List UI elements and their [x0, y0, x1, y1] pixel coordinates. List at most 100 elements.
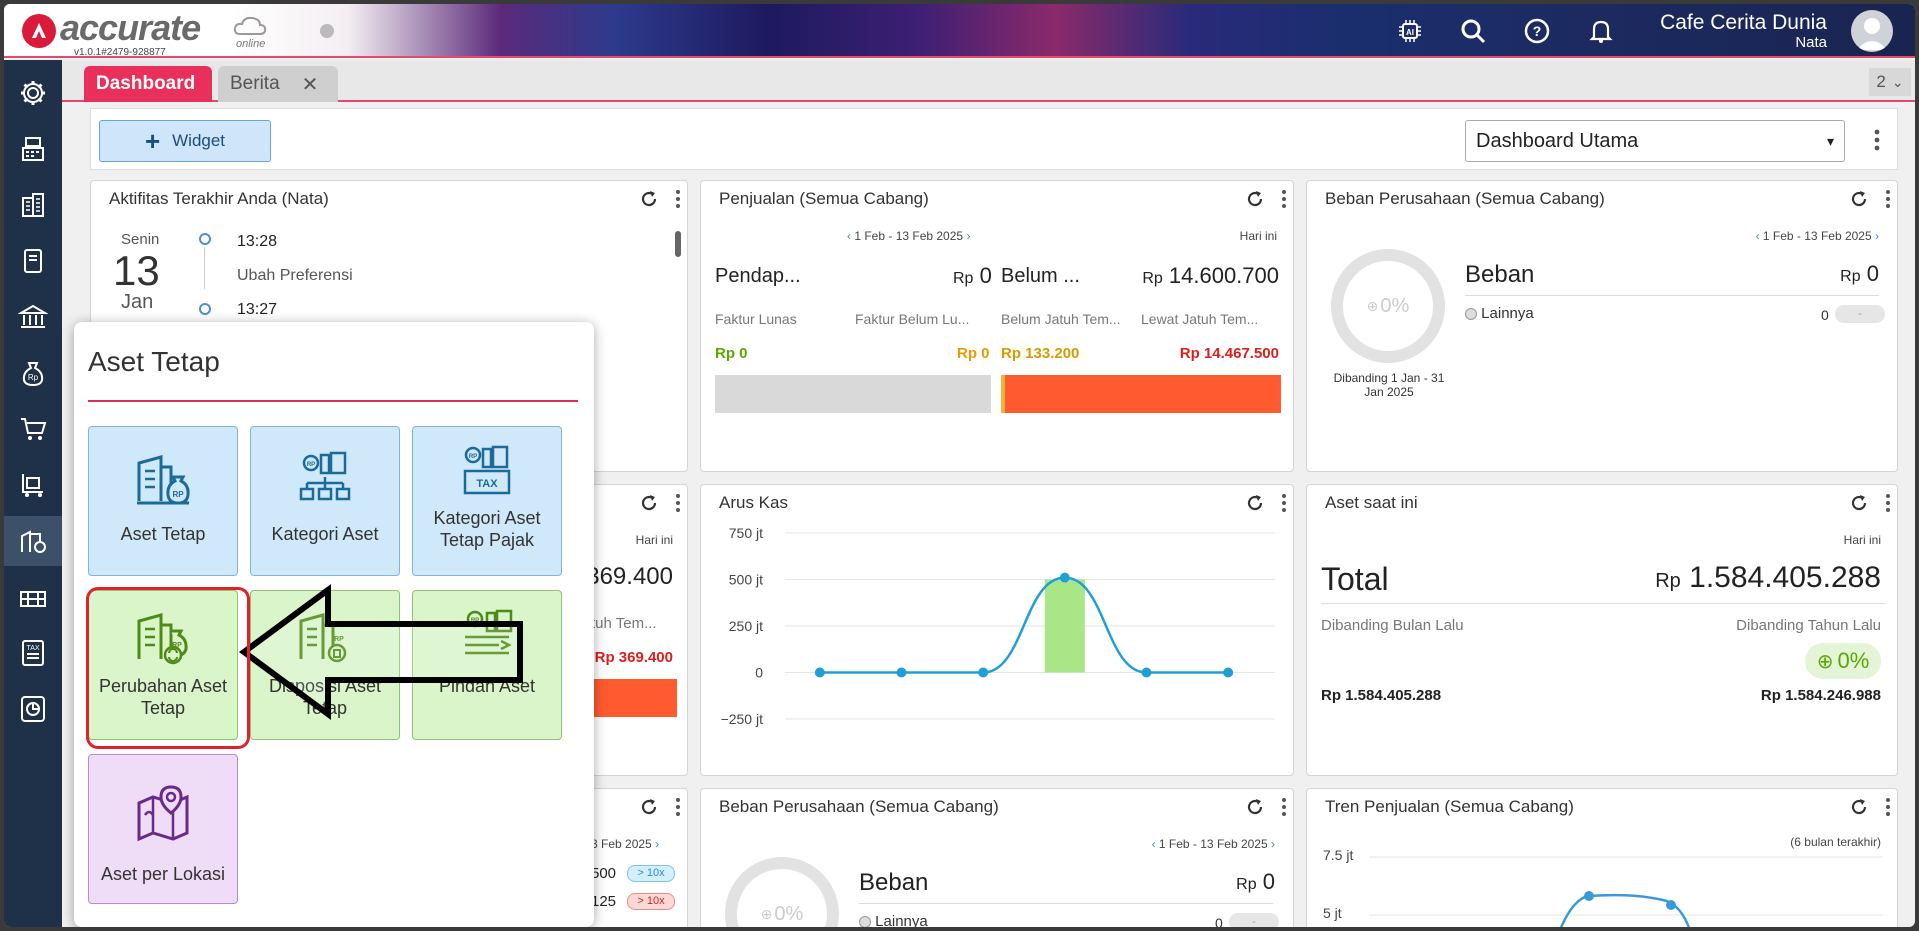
chevron-right-icon[interactable]: ›: [966, 229, 970, 243]
money-bag-icon[interactable]: Rp: [4, 348, 62, 398]
sales-value: Rp 14.467.500: [1179, 345, 1279, 362]
tile-kategori-aset-tetap-pajak[interactable]: RP TAX Kategori Aset Tetap Pajak: [412, 426, 562, 576]
refresh-icon[interactable]: [1245, 189, 1265, 214]
company-name: Cafe Cerita Dunia: [1660, 11, 1827, 34]
brand-name: accurate: [60, 7, 201, 48]
trolley-icon[interactable]: [4, 460, 62, 510]
date-range[interactable]: ‹ 1 Feb - 13 Feb 2025 ›: [847, 229, 970, 243]
more-menu-icon[interactable]: [675, 189, 681, 214]
tax-asset-category-icon: RP TAX: [459, 435, 515, 507]
activity-time: 13:27: [237, 301, 278, 318]
scrollbar[interactable]: [675, 223, 683, 463]
paid-bar: [715, 375, 991, 413]
brand[interactable]: accurate v1.0.1#2479-928877 online: [22, 7, 267, 58]
tab-count-dropdown[interactable]: 2 ⌄: [1869, 68, 1911, 96]
tab-bar: Dashboard Berita ✕ 2 ⌄: [62, 60, 1915, 102]
overdue-bar: [591, 679, 677, 717]
sales-sub-label: Faktur Belum Lu...: [855, 311, 970, 327]
factory-icon[interactable]: [4, 572, 62, 622]
expense-value: Rp 0: [1236, 869, 1275, 895]
chevron-right-icon[interactable]: ›: [655, 837, 659, 851]
annotation-arrow-icon: [238, 584, 523, 720]
value: 0: [1866, 261, 1879, 286]
status-dot: [320, 24, 334, 38]
refresh-icon[interactable]: [1245, 797, 1265, 822]
timeline-dot: [199, 303, 211, 315]
more-menu-icon[interactable]: [675, 797, 681, 822]
tab-dashboard[interactable]: Dashboard: [84, 66, 212, 102]
date-range[interactable]: ‹ 1 Feb - 13 Feb 2025 ›: [1152, 837, 1275, 851]
chevron-left-icon[interactable]: ‹: [1756, 229, 1760, 243]
more-menu-icon[interactable]: [1281, 189, 1287, 214]
more-menu-icon[interactable]: [1281, 493, 1287, 518]
more-menu-icon[interactable]: [675, 493, 681, 518]
svg-text:?: ?: [1533, 23, 1542, 39]
highlight-box: [86, 587, 250, 749]
more-menu-icon[interactable]: [1867, 125, 1887, 155]
legend-value: 0: [1821, 307, 1829, 323]
chevron-left-icon[interactable]: ‹: [1152, 837, 1156, 851]
avatar[interactable]: [1851, 10, 1893, 52]
tile-aset-tetap[interactable]: RP Aset Tetap: [88, 426, 238, 576]
divider: [1321, 603, 1885, 604]
svg-text:RP: RP: [307, 462, 315, 468]
legend-dot: [859, 916, 871, 927]
cashflow-card: Arus Kas 750 jt500 jt250 jt0−250 jtSepOk…: [700, 484, 1294, 776]
card-title: Arus Kas: [719, 493, 788, 512]
currency-label: Rp: [1236, 876, 1257, 893]
y-tick-label: 500 jt: [729, 572, 763, 588]
divider: [1465, 295, 1879, 296]
gear-icon[interactable]: [4, 68, 62, 118]
dashboard-select[interactable]: Dashboard Utama ▾: [1465, 120, 1845, 162]
more-menu-icon[interactable]: [1885, 189, 1891, 214]
sales-col1-label: Pendap...: [715, 265, 801, 287]
date-range[interactable]: ‹ 1 Feb - 13 Feb 2025 ›: [1756, 229, 1879, 243]
growth-pct: 0%: [1837, 648, 1870, 673]
refresh-icon[interactable]: [1849, 189, 1869, 214]
card-title: Aktifitas Terakhir Anda (Nata): [109, 189, 329, 208]
refresh-icon[interactable]: [639, 493, 659, 518]
currency-label: Rp: [1142, 270, 1163, 287]
tile-aset-per-lokasi[interactable]: Aset per Lokasi: [88, 754, 238, 904]
currency-label: Rp: [953, 270, 974, 287]
add-widget-button[interactable]: + Widget: [99, 120, 271, 162]
chevron-right-icon[interactable]: ›: [1875, 229, 1879, 243]
cashier-icon[interactable]: [4, 124, 62, 174]
svg-text:AI: AI: [1406, 28, 1414, 37]
chevron-right-icon[interactable]: ›: [1271, 837, 1275, 851]
tile-kategori-aset[interactable]: RP Kategori Aset: [250, 426, 400, 576]
asset-icon[interactable]: [4, 516, 62, 566]
ai-icon[interactable]: AI: [1396, 17, 1424, 45]
refresh-icon[interactable]: [639, 797, 659, 822]
bell-icon[interactable]: [1587, 17, 1615, 45]
activity-text[interactable]: Ubah Preferensi: [237, 267, 353, 285]
tab-berita[interactable]: Berita ✕: [218, 66, 338, 102]
date-range-label: 1 Feb - 13 Feb 2025: [1158, 837, 1268, 851]
cart-icon[interactable]: [4, 404, 62, 454]
sales-card: Penjualan (Semua Cabang) ‹ 1 Feb - 13 Fe…: [700, 180, 1294, 472]
refresh-icon[interactable]: [1849, 493, 1869, 518]
bank-icon[interactable]: [4, 292, 62, 342]
chevron-left-icon[interactable]: ‹: [847, 229, 851, 243]
company-info[interactable]: Cafe Cerita Dunia Nata: [1660, 12, 1827, 52]
report-icon[interactable]: [4, 684, 62, 734]
card-title: Beban Perusahaan (Semua Cabang): [1325, 189, 1605, 208]
building-icon[interactable]: [4, 180, 62, 230]
refresh-icon[interactable]: [639, 189, 659, 214]
more-menu-icon[interactable]: [1281, 797, 1287, 822]
more-menu-icon[interactable]: [1885, 493, 1891, 518]
search-icon[interactable]: [1459, 17, 1487, 45]
tax-icon[interactable]: TAX: [4, 628, 62, 678]
help-icon[interactable]: ?: [1523, 17, 1551, 45]
refresh-icon[interactable]: [1245, 493, 1265, 518]
date-range-label: 3 Feb 2025: [591, 837, 652, 851]
stat-badge: > 10x: [627, 865, 675, 882]
today-label: Hari ini: [1843, 533, 1881, 547]
trend-chart: [1369, 856, 1883, 927]
close-icon[interactable]: ✕: [302, 72, 319, 97]
stat-value: 125: [591, 893, 617, 910]
widget-label: Widget: [172, 131, 226, 150]
chevron-down-icon: ⌄: [1891, 73, 1904, 90]
expense2-card: Beban Perusahaan (Semua Cabang) ‹ 1 Feb …: [700, 788, 1294, 927]
book-icon[interactable]: [4, 236, 62, 286]
